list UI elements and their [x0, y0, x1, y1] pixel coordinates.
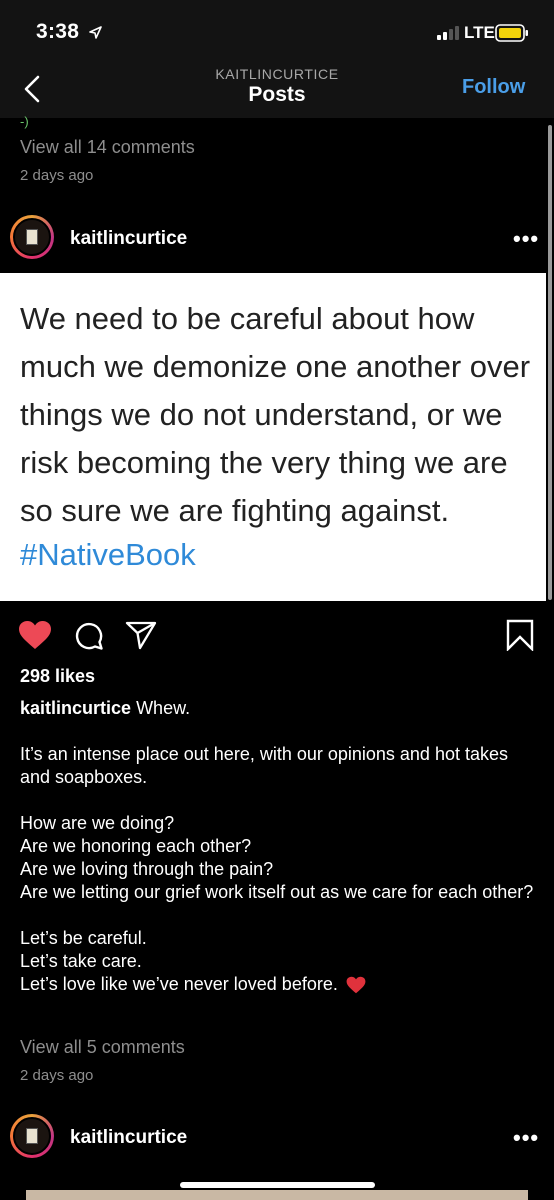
caption-line: Let’s love like we’ve never loved before…	[20, 974, 338, 994]
caption-line: Are we honoring each other?	[20, 836, 252, 856]
post-username[interactable]: kaitlincurtice	[70, 1127, 187, 1149]
comment-icon[interactable]	[74, 621, 104, 651]
avatar[interactable]	[10, 215, 54, 259]
share-paper-plane-icon[interactable]	[125, 620, 157, 650]
caption-username[interactable]: kaitlincurtice	[20, 698, 131, 718]
post-username[interactable]: kaitlincurtice	[70, 228, 187, 250]
status-time: 3:38	[36, 20, 80, 43]
follow-button[interactable]: Follow	[462, 76, 525, 99]
post-time: 2 days ago	[20, 167, 94, 184]
bookmark-icon[interactable]	[505, 619, 535, 651]
view-comments-link[interactable]: View all 14 comments	[20, 137, 195, 158]
scrollbar[interactable]	[548, 125, 552, 600]
nav-bar: KAITLINCURTICE Posts Follow	[0, 62, 554, 118]
caption-line: Are we loving through the pain?	[20, 859, 274, 879]
caption-line: It’s an intense place out here, with our…	[20, 744, 508, 787]
view-comments-link[interactable]: View all 5 comments	[20, 1037, 185, 1058]
battery-icon	[495, 24, 528, 42]
status-bar: 3:38 LTE	[0, 0, 554, 62]
more-options-icon[interactable]: •••	[513, 1125, 539, 1151]
like-count[interactable]: 298 likes	[20, 666, 95, 687]
avatar[interactable]	[10, 1114, 54, 1158]
image-quote-text: We need to be careful about how much we …	[20, 301, 531, 528]
caption-line: Whew.	[136, 698, 191, 718]
previous-caption-fragment: -)	[20, 114, 29, 129]
post-time: 2 days ago	[20, 1067, 94, 1084]
home-indicator[interactable]	[180, 1182, 375, 1188]
caption-line: Let’s be careful.	[20, 928, 147, 948]
like-heart-icon[interactable]	[18, 620, 52, 650]
network-type: LTE	[464, 23, 495, 42]
caption-line: Are we letting our grief work itself out…	[20, 882, 534, 902]
signal-icon	[437, 26, 459, 40]
post-caption: kaitlincurtice Whew. It’s an intense pla…	[20, 697, 540, 996]
image-hashtag: #NativeBook	[20, 537, 196, 572]
post-image[interactable]: We need to be careful about how much we …	[0, 273, 546, 601]
red-heart-emoji-icon	[346, 977, 366, 994]
next-post-image[interactable]	[26, 1190, 528, 1200]
caption-line: Let’s take care.	[20, 951, 142, 971]
more-options-icon[interactable]: •••	[513, 226, 539, 252]
location-arrow-icon	[89, 26, 102, 39]
caption-line: How are we doing?	[20, 813, 175, 833]
